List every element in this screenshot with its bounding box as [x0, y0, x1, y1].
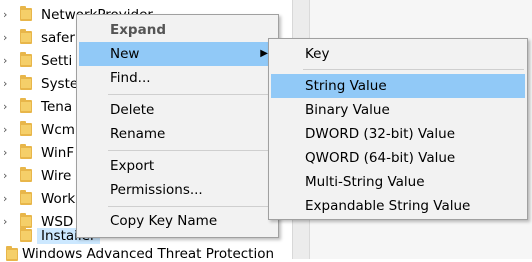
menu-item-copy-key-name[interactable]: Copy Key Name	[79, 209, 276, 233]
chevron-right-icon[interactable]: ›	[3, 147, 11, 158]
chevron-right-icon[interactable]: ›	[3, 124, 11, 135]
chevron-right-icon[interactable]: ›	[3, 55, 11, 66]
tree-item-label: Tena	[41, 98, 73, 115]
new-submenu: Key String Value Binary Value DWORD (32-…	[268, 38, 528, 220]
folder-icon	[20, 98, 32, 113]
menu-item-new[interactable]: New ▶	[79, 42, 276, 66]
chevron-right-icon[interactable]: ›	[3, 216, 11, 227]
tree-item-label: Wire	[41, 167, 72, 184]
folder-icon	[20, 52, 32, 67]
folder-icon	[20, 29, 32, 44]
chevron-right-icon[interactable]: ›	[3, 193, 11, 204]
folder-icon	[20, 75, 32, 90]
folder-icon	[6, 246, 18, 261]
folder-icon	[20, 227, 32, 242]
folder-icon	[20, 167, 32, 182]
menu-separator	[108, 150, 275, 151]
tree-item-label: Work	[41, 190, 76, 207]
chevron-right-icon[interactable]: ›	[3, 9, 11, 20]
folder-icon	[20, 6, 32, 21]
submenu-item-qword-value[interactable]: QWORD (64-bit) Value	[271, 146, 525, 170]
menu-item-find[interactable]: Find...	[79, 66, 276, 90]
tree-item-label: WinF	[41, 144, 75, 161]
menu-separator	[303, 69, 524, 70]
menu-separator	[108, 94, 275, 95]
submenu-item-expandable-string-value[interactable]: Expandable String Value	[271, 194, 525, 218]
folder-icon	[20, 121, 32, 136]
chevron-right-icon[interactable]: ›	[3, 78, 11, 89]
tree-item-label: Syste	[41, 75, 79, 92]
tree-item-label: Setti	[41, 52, 73, 69]
tree-item-label: Windows Advanced Threat Protection	[22, 246, 275, 262]
folder-icon	[20, 190, 32, 205]
menu-separator	[108, 206, 275, 207]
submenu-item-binary-value[interactable]: Binary Value	[271, 98, 525, 122]
tree-item-label: Wcm	[41, 121, 75, 138]
submenu-arrow-icon: ▶	[260, 48, 268, 59]
menu-item-rename[interactable]: Rename	[79, 122, 276, 146]
submenu-item-string-value[interactable]: String Value	[271, 74, 525, 98]
menu-item-expand[interactable]: Expand	[79, 18, 276, 42]
submenu-item-multi-string-value[interactable]: Multi-String Value	[271, 170, 525, 194]
submenu-item-key[interactable]: Key	[271, 42, 525, 66]
menu-item-new-label: New	[110, 46, 140, 62]
menu-item-export[interactable]: Export	[79, 154, 276, 178]
chevron-right-icon[interactable]: ›	[3, 32, 11, 43]
menu-item-permissions[interactable]: Permissions...	[79, 178, 276, 202]
chevron-right-icon[interactable]: ›	[3, 170, 11, 181]
tree-item-label: safer	[41, 29, 75, 46]
context-menu: Expand New ▶ Find... Delete Rename Expor…	[76, 14, 279, 238]
submenu-item-dword-value[interactable]: DWORD (32-bit) Value	[271, 122, 525, 146]
folder-icon	[20, 144, 32, 159]
chevron-right-icon[interactable]: ›	[3, 101, 11, 112]
menu-item-delete[interactable]: Delete	[79, 98, 276, 122]
